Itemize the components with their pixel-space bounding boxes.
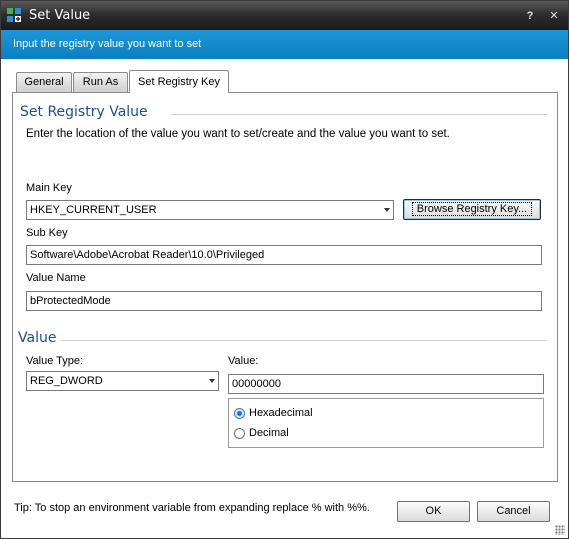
value-name-input[interactable]: bProtectedMode — [26, 291, 542, 311]
ok-button[interactable]: OK — [397, 501, 470, 522]
hexadecimal-radio[interactable] — [234, 408, 245, 419]
cancel-button[interactable]: Cancel — [477, 501, 550, 522]
header-banner: Input the registry value you want to set — [1, 30, 568, 59]
set-value-dialog: Set Value ? ✕ Input the registry value y… — [0, 0, 569, 539]
registry-description: Enter the location of the value you want… — [26, 128, 450, 140]
chevron-down-icon — [209, 379, 215, 383]
tab-set-registry-key[interactable]: Set Registry Key — [129, 70, 229, 93]
number-format-group: Hexadecimal Decimal — [228, 398, 544, 448]
section-title-value: Value — [18, 330, 57, 346]
value-name-label: Value Name — [26, 272, 86, 284]
hexadecimal-label[interactable]: Hexadecimal — [249, 407, 313, 419]
decimal-radio[interactable] — [234, 428, 245, 439]
section-divider-value — [61, 340, 547, 341]
chevron-down-icon — [384, 208, 390, 212]
sub-key-label: Sub Key — [26, 227, 68, 239]
value-input[interactable]: 00000000 — [228, 374, 544, 394]
browse-registry-key-button[interactable]: Browse Registry Key... — [403, 199, 541, 220]
sub-key-input[interactable]: Software\Adobe\Acrobat Reader\10.0\Privi… — [26, 245, 542, 265]
registry-app-icon — [7, 8, 21, 22]
decimal-label[interactable]: Decimal — [249, 427, 289, 439]
tip-text: Tip: To stop an environment variable fro… — [14, 502, 370, 514]
title-bar[interactable]: Set Value ? ✕ — [1, 1, 568, 30]
resize-grip-icon[interactable] — [555, 525, 565, 535]
banner-text: Input the registry value you want to set — [13, 38, 202, 50]
value-type-selected: REG_DWORD — [30, 375, 103, 387]
value-type-dropdown[interactable]: REG_DWORD — [26, 371, 219, 391]
section-title-registry: Set Registry Value — [20, 104, 148, 120]
main-key-dropdown[interactable]: HKEY_CURRENT_USER — [26, 200, 394, 220]
close-icon[interactable]: ✕ — [547, 9, 561, 23]
window-title: Set Value — [29, 8, 91, 23]
browse-button-label: Browse Registry Key... — [411, 202, 533, 216]
main-key-label: Main Key — [26, 182, 72, 194]
tab-run-as[interactable]: Run As — [73, 72, 128, 92]
help-icon[interactable]: ? — [523, 9, 537, 23]
main-key-value: HKEY_CURRENT_USER — [30, 204, 157, 216]
tab-general[interactable]: General — [16, 72, 72, 92]
section-divider — [171, 114, 547, 115]
value-type-label: Value Type: — [26, 355, 84, 367]
value-label: Value: — [228, 355, 259, 367]
